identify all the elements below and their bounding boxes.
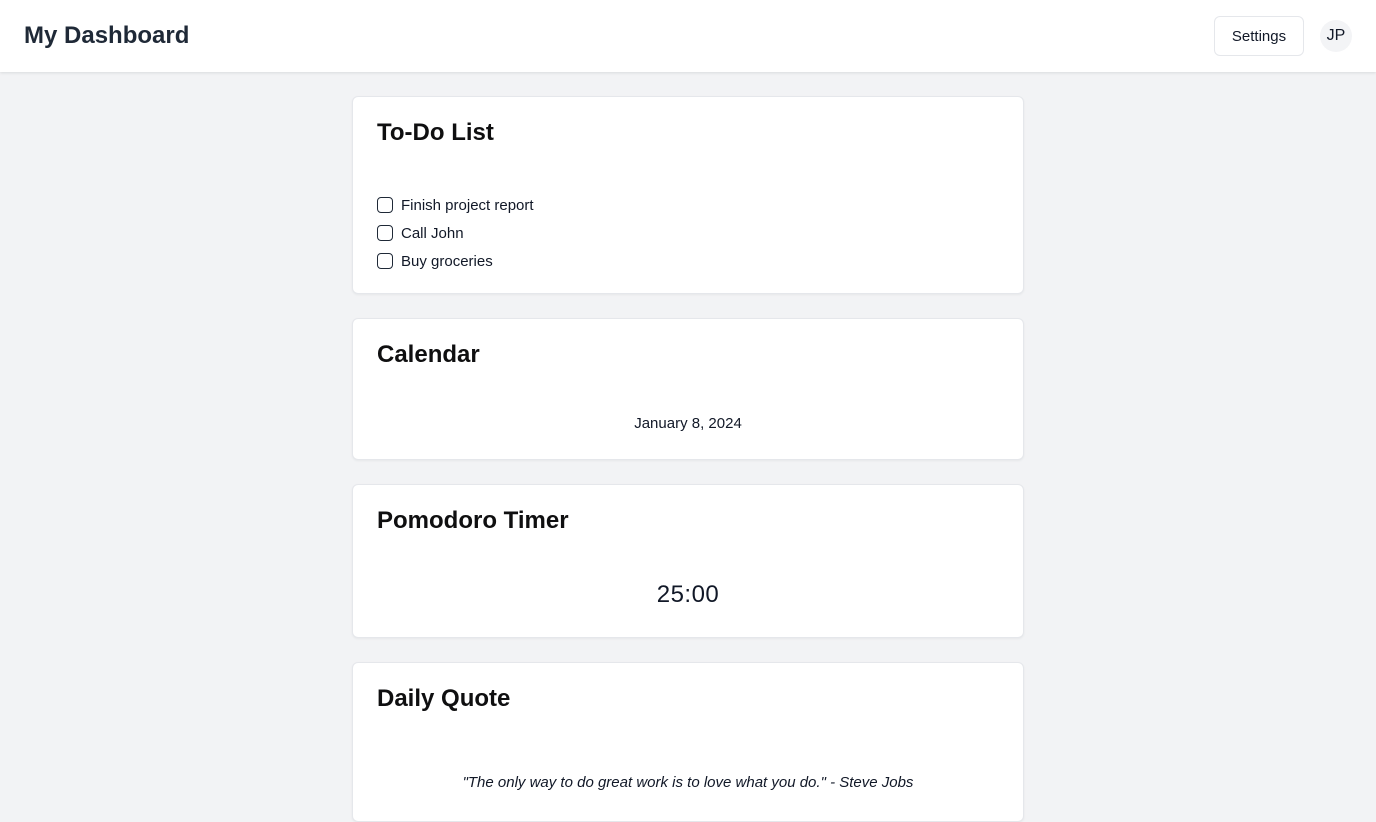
calendar-title: Calendar — [377, 341, 480, 368]
pomodoro-timer-card: Pomodoro Timer 25:00 — [352, 484, 1024, 638]
todo-item-label: Finish project report — [401, 196, 534, 214]
calendar-card: Calendar January 8, 2024 — [352, 318, 1024, 460]
top-navigation-bar: My Dashboard Settings JP — [0, 0, 1376, 72]
todo-checkbox[interactable] — [377, 225, 393, 241]
daily-quote-card: Daily Quote "The only way to do great wo… — [352, 662, 1024, 822]
todo-list-card: To-Do List Finish project report Call Jo… — [352, 96, 1024, 294]
todo-item[interactable]: Call John — [377, 219, 534, 247]
todo-item[interactable]: Buy groceries — [377, 247, 534, 275]
todo-item[interactable]: Finish project report — [377, 191, 534, 219]
quote-text: "The only way to do great work is to lov… — [462, 774, 914, 791]
todo-list-title: To-Do List — [377, 119, 494, 146]
todo-checkbox[interactable] — [377, 253, 393, 269]
todo-item-label: Buy groceries — [401, 252, 493, 270]
page-title: My Dashboard — [24, 22, 190, 49]
user-avatar[interactable]: JP — [1320, 20, 1352, 52]
timer-display: 25:00 — [656, 581, 720, 608]
settings-button[interactable]: Settings — [1214, 16, 1304, 56]
pomodoro-timer-title: Pomodoro Timer — [377, 507, 569, 534]
todo-list: Finish project report Call John Buy groc… — [377, 191, 534, 275]
daily-quote-title: Daily Quote — [377, 685, 511, 712]
calendar-date: January 8, 2024 — [634, 415, 742, 432]
todo-checkbox[interactable] — [377, 197, 393, 213]
todo-item-label: Call John — [401, 224, 464, 242]
